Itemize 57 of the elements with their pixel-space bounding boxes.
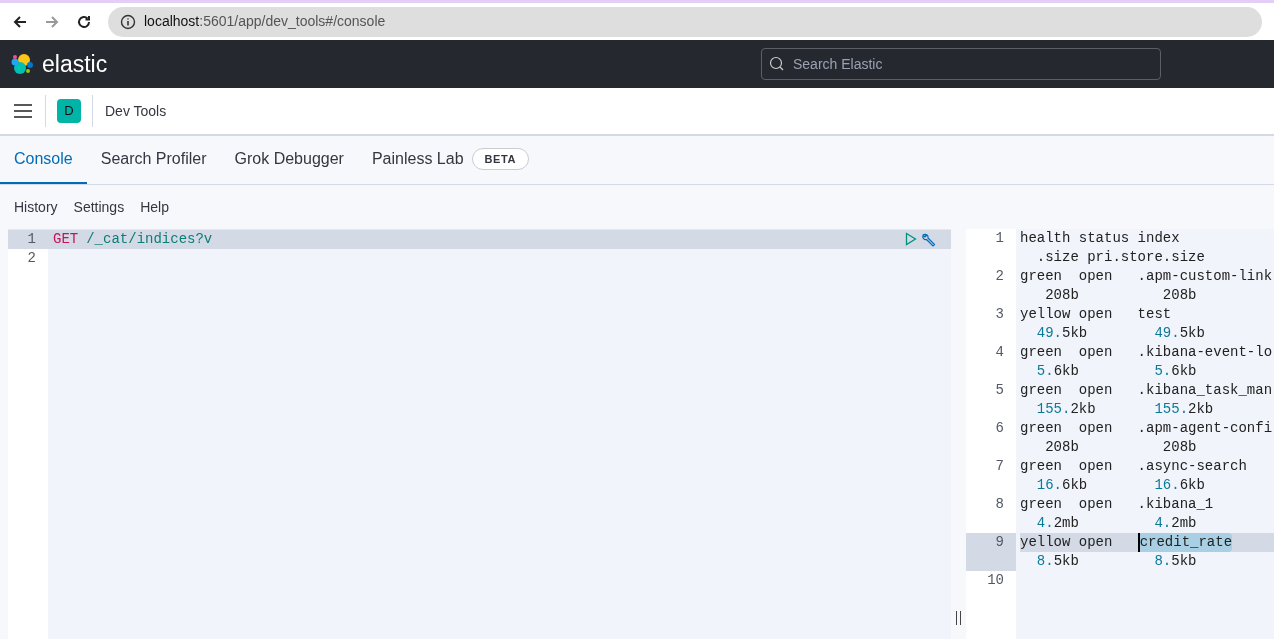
response-line: 5.6kb 5.6kb [1035, 362, 1198, 381]
space-avatar[interactable]: D [57, 99, 81, 123]
line-number: 9 [966, 533, 1016, 571]
wrench-icon[interactable] [921, 231, 937, 248]
request-editor[interactable]: 1 GET /_cat/indices?v 2 [8, 229, 951, 639]
response-line: 49.5kb 49.5kb [1035, 324, 1205, 343]
line-number: 5 [966, 381, 1016, 419]
request-path: /_cat/indices?v [86, 230, 213, 249]
back-arrow-icon[interactable] [12, 13, 28, 30]
response-line: green open .kibana_1 [1020, 495, 1214, 514]
search-field[interactable]: Search Elastic [761, 48, 1161, 80]
response-line: yellow open test [1020, 305, 1172, 324]
line-number: 7 [966, 457, 1016, 495]
menu-link[interactable]: History [14, 196, 58, 218]
response-line: 155.2kb 155.2kb [1035, 400, 1215, 419]
response-line: health status index [1020, 229, 1180, 248]
search-icon [769, 56, 785, 72]
response-line: green open .kibana-event-lo [1020, 343, 1273, 362]
page-title: Dev Tools [105, 101, 167, 121]
line-number: 2 [966, 267, 1016, 305]
menu-icon [13, 104, 32, 118]
brand-name: elastic [42, 49, 108, 79]
response-line: 8.5kb 8.5kb [1035, 552, 1198, 571]
line-number: 3 [966, 305, 1016, 343]
response-line: 4.2mb 4.2mb [1035, 514, 1198, 533]
logo-icon [10, 52, 34, 76]
response-line: 16.6kb 16.6kb [1035, 476, 1206, 495]
beta-badge: BETA [471, 147, 529, 171]
response-line: green open .apm-custom-link [1020, 267, 1273, 286]
forward-arrow-icon[interactable] [44, 13, 60, 30]
response-line: yellow open [1020, 533, 1114, 552]
response-line: green open .kibana_task_man [1020, 381, 1273, 400]
line-number: 1 [26, 230, 37, 249]
reload-icon[interactable] [76, 13, 92, 30]
line-number: 2 [8, 249, 48, 268]
response-line: .size pri.store.size [1035, 248, 1205, 267]
url-text: localhost:5601/app/dev_tools#/console [144, 12, 386, 31]
play-icon[interactable] [905, 231, 917, 246]
tab[interactable]: Search Profiler [86, 136, 221, 184]
line-number: 6 [966, 419, 1016, 457]
tab[interactable]: Grok Debugger [220, 136, 358, 184]
menu-link[interactable]: Settings [73, 196, 125, 218]
address-bar[interactable]: localhost:5601/app/dev_tools#/console [108, 6, 1262, 37]
request-method: GET [53, 230, 79, 249]
menu-link[interactable]: Help [140, 196, 169, 218]
line-number: 4 [966, 343, 1016, 381]
response-line: 208b 208b [1044, 286, 1198, 305]
tab[interactable]: Painless Lab BETA [357, 136, 543, 184]
response-line: green open .async-search [1020, 457, 1247, 476]
info-icon [120, 13, 136, 30]
response-line: green open .apm-agent-confi [1020, 419, 1273, 438]
selected-text: credit_rate [1137, 533, 1233, 552]
line-number: 1 [966, 229, 1016, 267]
line-number: 10 [966, 571, 1016, 590]
resize-handle[interactable] [956, 611, 961, 625]
response-line: 208b 208b [1044, 438, 1198, 457]
line-number: 8 [966, 495, 1016, 533]
